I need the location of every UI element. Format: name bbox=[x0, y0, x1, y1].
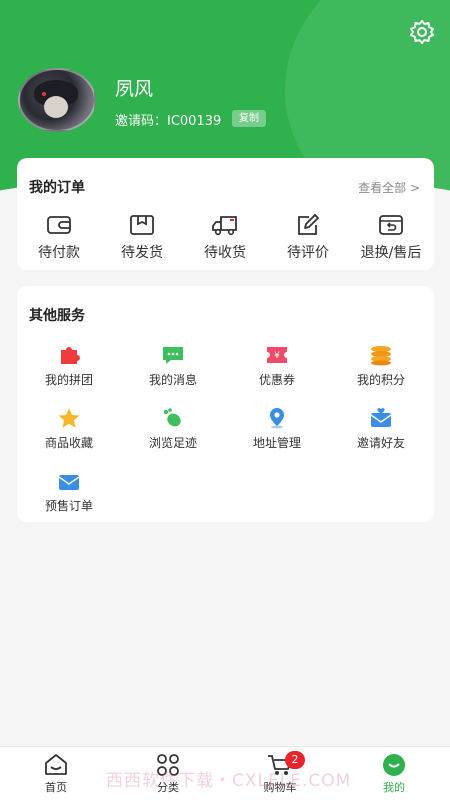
service-label: 地址管理 bbox=[252, 436, 301, 450]
box-icon bbox=[102, 214, 182, 236]
home-icon bbox=[16, 753, 96, 777]
service-address[interactable]: 地址管理 bbox=[227, 407, 327, 457]
service-history[interactable]: 浏览足迹 bbox=[123, 407, 223, 457]
coins-icon bbox=[331, 344, 431, 366]
copy-button[interactable]: 复制 bbox=[232, 110, 266, 127]
tab-label: 首页 bbox=[45, 781, 67, 794]
services-card: 其他服务 我的拼团 我的消息 ¥ 优惠券 我的积分 商品收藏 浏览足迹 地址管理… bbox=[17, 286, 434, 522]
profile-icon bbox=[354, 753, 434, 777]
order-pending-receipt[interactable]: 待收货 bbox=[185, 214, 265, 264]
invite-mail-icon bbox=[331, 407, 431, 429]
service-coupons[interactable]: ¥ 优惠券 bbox=[227, 344, 327, 394]
order-item-label: 待发货 bbox=[121, 245, 163, 261]
service-group-buy[interactable]: 我的拼团 bbox=[19, 344, 119, 394]
star-icon bbox=[19, 407, 119, 429]
service-favorites[interactable]: 商品收藏 bbox=[19, 407, 119, 457]
return-icon bbox=[351, 214, 431, 236]
service-label: 我的拼团 bbox=[44, 373, 93, 387]
order-item-label: 待收货 bbox=[204, 245, 246, 261]
service-points[interactable]: 我的积分 bbox=[331, 344, 431, 394]
service-label: 预售订单 bbox=[44, 499, 93, 513]
order-item-label: 退换/售后 bbox=[360, 245, 422, 261]
svg-text:¥: ¥ bbox=[274, 351, 280, 361]
tab-label: 购物车 bbox=[263, 781, 297, 794]
view-all-orders-link[interactable]: 查看全部 > bbox=[358, 179, 420, 196]
footprint-icon bbox=[123, 407, 223, 429]
service-label: 邀请好友 bbox=[356, 436, 405, 450]
tab-label: 分类 bbox=[157, 781, 179, 794]
coupon-icon: ¥ bbox=[227, 344, 327, 366]
message-icon bbox=[123, 344, 223, 366]
service-messages[interactable]: 我的消息 bbox=[123, 344, 223, 394]
order-pending-review[interactable]: 待评价 bbox=[268, 214, 348, 264]
avatar-detail bbox=[42, 92, 46, 96]
order-item-label: 待付款 bbox=[38, 245, 80, 261]
edit-icon bbox=[268, 214, 348, 236]
orders-title: 我的订单 bbox=[29, 180, 85, 196]
truck-icon bbox=[185, 214, 265, 236]
cart-count-badge: 2 bbox=[285, 751, 305, 769]
presale-mail-icon bbox=[19, 470, 119, 492]
service-label: 浏览足迹 bbox=[148, 436, 197, 450]
service-label: 我的消息 bbox=[148, 373, 197, 387]
orders-card: 我的订单 查看全部 > 待付款 待发货 待收货 待评价 退换/售后 bbox=[17, 158, 434, 270]
invite-code: 邀请码：IC00139 bbox=[115, 114, 222, 129]
service-invite[interactable]: 邀请好友 bbox=[331, 407, 431, 457]
order-after-sales[interactable]: 退换/售后 bbox=[351, 214, 431, 264]
tab-category[interactable]: 分类 bbox=[128, 753, 208, 797]
service-label: 优惠券 bbox=[258, 373, 295, 387]
order-item-label: 待评价 bbox=[287, 245, 329, 261]
category-icon bbox=[128, 753, 208, 777]
order-pending-shipment[interactable]: 待发货 bbox=[102, 214, 182, 264]
service-label: 我的积分 bbox=[356, 373, 405, 387]
puzzle-icon bbox=[19, 344, 119, 366]
tab-cart[interactable]: 2 购物车 bbox=[240, 751, 320, 797]
service-presale-orders[interactable]: 预售订单 bbox=[19, 470, 119, 520]
avatar[interactable] bbox=[18, 68, 96, 132]
wallet-icon bbox=[19, 214, 99, 236]
order-pending-payment[interactable]: 待付款 bbox=[19, 214, 99, 264]
bottom-tab-bar: 首页 分类 2 购物车 我的 bbox=[0, 746, 450, 800]
tab-mine[interactable]: 我的 bbox=[354, 753, 434, 797]
services-title: 其他服务 bbox=[29, 308, 85, 324]
service-label: 商品收藏 bbox=[44, 436, 93, 450]
settings-gear-icon[interactable] bbox=[408, 18, 436, 46]
avatar-face bbox=[44, 96, 68, 118]
cart-icon bbox=[240, 753, 320, 777]
tab-label: 我的 bbox=[383, 781, 405, 794]
username: 夙风 bbox=[115, 78, 154, 100]
location-icon bbox=[227, 407, 327, 429]
tab-home[interactable]: 首页 bbox=[16, 753, 96, 797]
